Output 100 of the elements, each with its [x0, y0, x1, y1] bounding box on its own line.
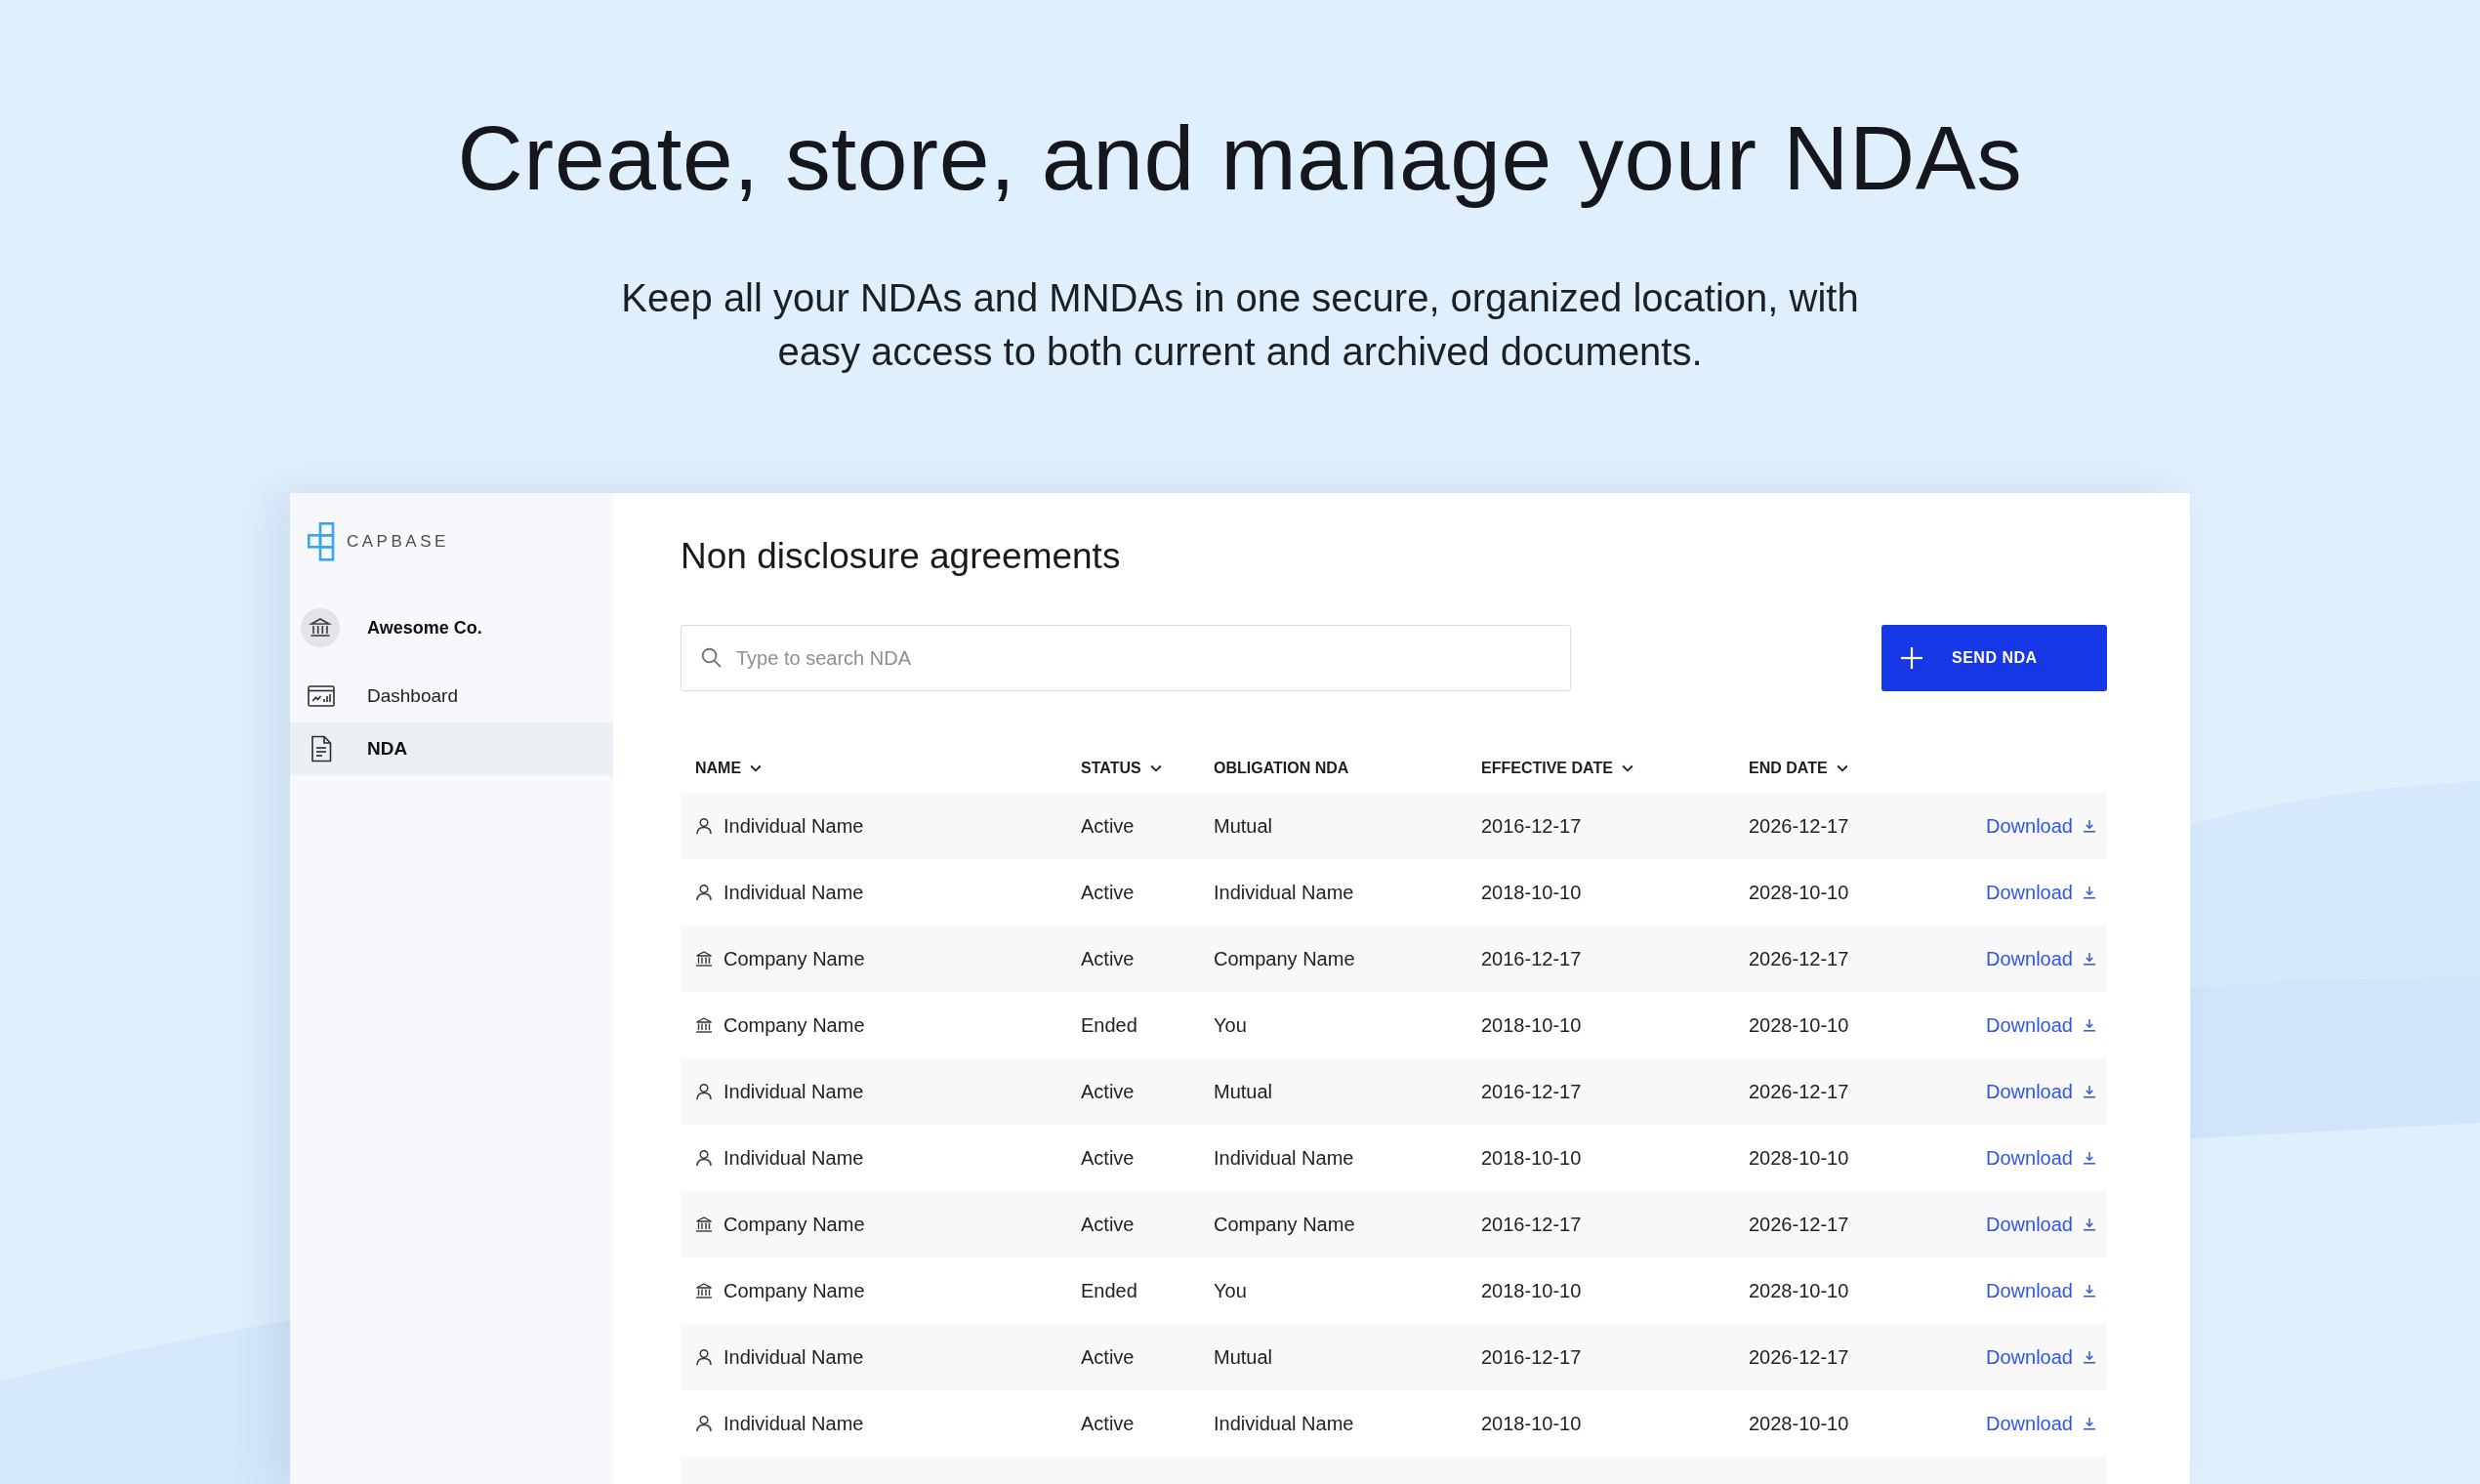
table-cell: Company Name	[1214, 1213, 1355, 1236]
download-link[interactable]: Download	[1986, 814, 2096, 838]
table-cell: 2016-12-17	[1481, 1345, 1582, 1369]
hero-subtitle: Keep all your NDAs and MNDAs in one secure, organized location, with easy access to both current and archived documents.	[620, 275, 1860, 375]
table-cell: Individual Name	[723, 814, 864, 838]
person-icon	[695, 1348, 713, 1366]
table-cell: Active	[1081, 947, 1135, 970]
column-header[interactable]: EFFECTIVE DATE	[1481, 760, 1633, 777]
table-cell: Active	[1081, 1146, 1135, 1170]
table-cell: Individual Name	[1214, 1412, 1354, 1435]
search-icon	[701, 647, 722, 668]
person-icon	[695, 1083, 713, 1100]
column-header: OBLIGATION NDA	[1214, 760, 1349, 777]
table-cell: Active	[1081, 1412, 1135, 1435]
table-cell: 2028-10-10	[1749, 1279, 1849, 1302]
search-field[interactable]: Type to search NDA	[681, 625, 1571, 691]
table-cell: 2016-12-17	[1481, 947, 1582, 970]
download-link[interactable]: Download	[1986, 1080, 2096, 1103]
person-icon	[695, 817, 713, 835]
table-cell: Company Name	[723, 1013, 865, 1037]
sidebar-item[interactable]: Dashboard	[290, 670, 613, 722]
table-cell: 2028-10-10	[1749, 1013, 1849, 1037]
download-icon	[2083, 1018, 2096, 1032]
download-icon	[2083, 1350, 2096, 1364]
send-nda-button[interactable]: SEND NDA	[1881, 625, 2107, 691]
person-icon	[695, 1415, 713, 1432]
table-cell: Individual Name	[723, 1080, 864, 1103]
column-header[interactable]: NAME	[695, 760, 763, 777]
bank-icon	[695, 1016, 713, 1034]
table-cell: 2026-12-17	[1749, 1345, 1849, 1369]
column-header[interactable]: END DATE	[1749, 760, 1848, 777]
chevron-down-icon	[1621, 764, 1633, 772]
hero-title: Create, store, and manage your NDAs	[457, 106, 2023, 211]
table-cell: Mutual	[1214, 814, 1273, 838]
chevron-down-icon	[750, 764, 763, 772]
download-icon	[2083, 819, 2096, 833]
table-cell: Individual Name	[723, 1345, 864, 1369]
person-icon	[695, 884, 713, 901]
table-cell: Active	[1081, 1213, 1135, 1236]
download-icon	[2083, 952, 2096, 966]
download-link[interactable]: Download	[1986, 1013, 2096, 1037]
table-cell: Individual Name	[723, 881, 864, 904]
table-cell: Company Name	[723, 947, 865, 970]
bank-icon	[695, 1282, 713, 1299]
download-icon	[2083, 886, 2096, 899]
person-icon	[695, 1149, 713, 1167]
table-cell: 2028-10-10	[1749, 1412, 1849, 1435]
table-cell: Individual Name	[1214, 881, 1354, 904]
download-link[interactable]: Download	[1986, 947, 2096, 970]
table-cell: 2016-12-17	[1481, 1213, 1582, 1236]
bank-icon	[301, 608, 340, 647]
table-cell: Ended	[1081, 1279, 1137, 1302]
sidebar-item[interactable]: NDA	[290, 722, 613, 775]
table-cell: Active	[1081, 881, 1135, 904]
table-cell: 2026-12-17	[1749, 1213, 1849, 1236]
table-cell: Mutual	[1214, 1080, 1273, 1103]
logo-text: CAPBASE	[347, 532, 449, 552]
column-header[interactable]: STATUS	[1081, 760, 1162, 777]
chevron-down-icon	[1149, 764, 1162, 772]
download-icon	[2083, 1284, 2096, 1298]
table-cell: Active	[1081, 1345, 1135, 1369]
account-name: Awesome Co.	[367, 617, 482, 639]
download-link[interactable]: Download	[1986, 1279, 2096, 1302]
table-cell: 2018-10-10	[1481, 1279, 1582, 1302]
bank-icon	[695, 950, 713, 968]
table-cell: Ended	[1081, 1013, 1137, 1037]
download-icon	[2083, 1151, 2096, 1165]
download-icon	[2083, 1085, 2096, 1098]
chart-window-icon	[308, 685, 335, 707]
table-cell: You	[1214, 1013, 1247, 1037]
download-link[interactable]: Download	[1986, 1345, 2096, 1369]
document-icon	[310, 735, 332, 763]
table-cell: 2026-12-17	[1749, 814, 1849, 838]
table-cell: 2028-10-10	[1749, 881, 1849, 904]
bank-icon	[695, 1216, 713, 1233]
table-cell: 2018-10-10	[1481, 1412, 1582, 1435]
download-icon	[2083, 1417, 2096, 1430]
plus-icon	[1900, 646, 1923, 670]
logo-icon	[308, 522, 335, 561]
download-link[interactable]: Download	[1986, 1146, 2096, 1170]
table-cell: 2018-10-10	[1481, 1146, 1582, 1170]
table-cell: Individual Name	[1214, 1146, 1354, 1170]
table-cell: 2026-12-17	[1749, 1080, 1849, 1103]
table-cell: 2026-12-17	[1749, 947, 1849, 970]
table-cell: 2018-10-10	[1481, 881, 1582, 904]
download-link[interactable]: Download	[1986, 1213, 2096, 1236]
table-cell: 2028-10-10	[1749, 1146, 1849, 1170]
table-cell: You	[1214, 1279, 1247, 1302]
table-cell: Company Name	[1214, 947, 1355, 970]
page-title: Non disclosure agreements	[681, 535, 1121, 578]
table-cell: Active	[1081, 814, 1135, 838]
download-icon	[2083, 1217, 2096, 1231]
download-link[interactable]: Download	[1986, 1412, 2096, 1435]
download-link[interactable]: Download	[1986, 881, 2096, 904]
table-cell: 2016-12-17	[1481, 814, 1582, 838]
table-cell: Individual Name	[723, 1412, 864, 1435]
table-cell: Active	[1081, 1080, 1135, 1103]
table-cell: Company Name	[723, 1279, 865, 1302]
table-cell: 2018-10-10	[1481, 1013, 1582, 1037]
table-cell: Mutual	[1214, 1345, 1273, 1369]
